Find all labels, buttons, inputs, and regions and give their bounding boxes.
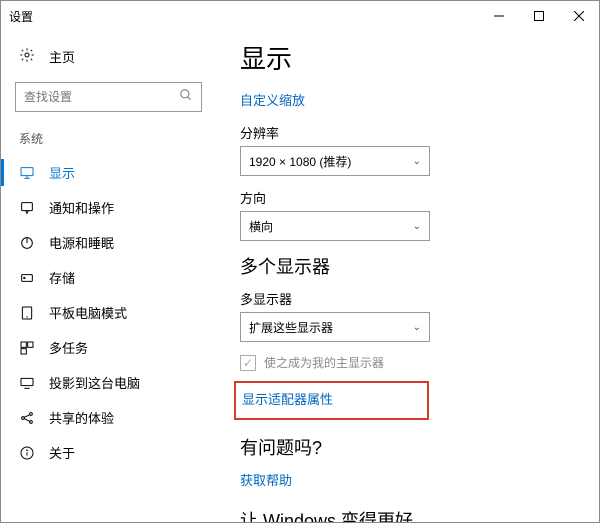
close-button[interactable] — [559, 1, 599, 31]
sidebar-item-tablet[interactable]: 平板电脑模式 — [1, 295, 216, 330]
sidebar-item-multitask[interactable]: 多任务 — [1, 330, 216, 365]
custom-scaling-link[interactable]: 自定义缩放 — [240, 90, 579, 109]
chevron-down-icon: ⌄ — [413, 156, 421, 167]
checkbox-icon: ✓ — [240, 355, 256, 371]
orientation-value: 横向 — [249, 218, 273, 235]
monitor-icon — [19, 165, 35, 181]
sidebar-item-label: 通知和操作 — [49, 198, 114, 217]
sidebar-item-about[interactable]: 关于 — [1, 435, 216, 470]
help-link[interactable]: 获取帮助 — [240, 470, 579, 489]
share-icon — [19, 410, 35, 426]
gear-icon — [19, 47, 35, 66]
home-label: 主页 — [49, 47, 75, 66]
make-main-checkbox: ✓ 使之成为我的主显示器 — [240, 354, 579, 371]
sidebar-item-label: 显示 — [49, 163, 75, 182]
sidebar-item-label: 电源和睡眠 — [49, 233, 114, 252]
maximize-button[interactable] — [519, 1, 559, 31]
sidebar-item-label: 共享的体验 — [49, 408, 114, 427]
info-icon — [19, 445, 35, 461]
sidebar-item-label: 平板电脑模式 — [49, 303, 127, 322]
sidebar-item-projection[interactable]: 投影到这台电脑 — [1, 365, 216, 400]
sidebar-item-label: 投影到这台电脑 — [49, 373, 140, 392]
multitask-icon — [19, 340, 35, 356]
sidebar-item-display[interactable]: 显示 — [1, 155, 216, 190]
sidebar: 主页 系统 显示 通知和操作 电源和睡眠 存储 平板电脑模式 多任 — [1, 31, 216, 522]
sidebar-item-label: 多任务 — [49, 338, 88, 357]
power-icon — [19, 235, 35, 251]
search-field[interactable] — [24, 90, 179, 104]
home-link[interactable]: 主页 — [1, 41, 216, 72]
resolution-combo[interactable]: 1920 × 1080 (推荐) ⌄ — [240, 146, 430, 176]
projection-icon — [19, 375, 35, 391]
chevron-down-icon: ⌄ — [413, 322, 421, 333]
sidebar-item-storage[interactable]: 存储 — [1, 260, 216, 295]
storage-icon — [19, 270, 35, 286]
highlight-box: 显示适配器属性 — [234, 381, 429, 420]
sidebar-item-shared[interactable]: 共享的体验 — [1, 400, 216, 435]
minimize-button[interactable] — [479, 1, 519, 31]
search-icon — [179, 88, 193, 107]
multi-combo[interactable]: 扩展这些显示器 ⌄ — [240, 312, 430, 342]
titlebar: 设置 — [1, 1, 599, 31]
multi-header: 多个显示器 — [240, 253, 579, 279]
improve-header: 让 Windows 变得更好。 — [240, 507, 579, 522]
multi-label: 多显示器 — [240, 289, 579, 308]
sidebar-item-notifications[interactable]: 通知和操作 — [1, 190, 216, 225]
multi-value: 扩展这些显示器 — [249, 319, 333, 336]
chevron-down-icon: ⌄ — [413, 221, 421, 232]
resolution-value: 1920 × 1080 (推荐) — [249, 153, 351, 170]
adapter-link[interactable]: 显示适配器属性 — [242, 389, 417, 408]
notification-icon — [19, 200, 35, 216]
page-title: 显示 — [240, 39, 579, 76]
make-main-label: 使之成为我的主显示器 — [264, 354, 384, 371]
sidebar-item-power[interactable]: 电源和睡眠 — [1, 225, 216, 260]
help-header: 有问题吗? — [240, 434, 579, 460]
sidebar-item-label: 存储 — [49, 268, 75, 287]
window-title: 设置 — [9, 8, 479, 25]
content-pane: 显示 自定义缩放 分辨率 1920 × 1080 (推荐) ⌄ 方向 横向 ⌄ … — [216, 31, 599, 522]
section-label: 系统 — [1, 126, 216, 155]
search-input[interactable] — [15, 82, 202, 112]
tablet-icon — [19, 305, 35, 321]
resolution-label: 分辨率 — [240, 123, 579, 142]
orientation-combo[interactable]: 横向 ⌄ — [240, 211, 430, 241]
orientation-label: 方向 — [240, 188, 579, 207]
sidebar-item-label: 关于 — [49, 443, 75, 462]
